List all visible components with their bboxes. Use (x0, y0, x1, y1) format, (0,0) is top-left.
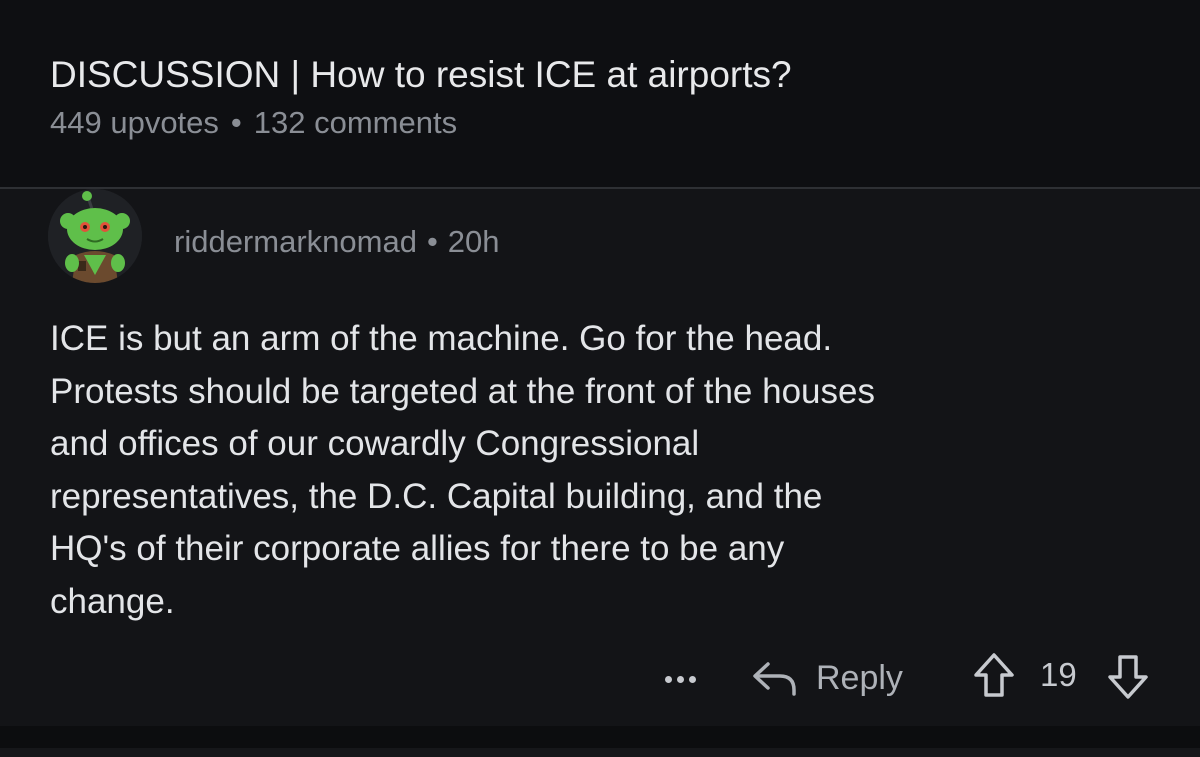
comment-count[interactable]: 132 comments (254, 105, 457, 140)
comment-line: ICE is but an arm of the machine. Go for… (50, 319, 833, 358)
avatar[interactable] (48, 189, 142, 283)
more-dots-icon (688, 675, 696, 683)
comment-meta: riddermarknomad • 20h (174, 222, 500, 262)
snoo-avatar-icon (48, 189, 142, 283)
post-meta: 449 upvotes • 132 comments (50, 104, 457, 142)
upvote-button[interactable] (972, 651, 1016, 701)
reply-label: Reply (816, 659, 903, 697)
comment-line: Protests should be targeted at the front… (50, 371, 875, 411)
comment-line: change. (50, 581, 175, 621)
vote-score: 19 (1040, 656, 1077, 693)
meta-separator: • (426, 224, 438, 259)
comment-line: HQ's of their corporate allies for there… (50, 529, 785, 568)
reply-button[interactable]: Reply (750, 653, 903, 703)
more-dots-icon (664, 675, 672, 683)
comment: riddermarknomad • 20h ICE is but an arm of… (0, 189, 1200, 726)
comment-line: and offices of our cowardly Congressiona… (50, 424, 700, 463)
post-header: DISCUSSION | How to resist ICE at airpor… (0, 0, 1200, 187)
downvote-arrow-icon (1108, 655, 1148, 699)
reply-arrow-icon (753, 662, 796, 696)
next-comment-surface (0, 748, 1200, 757)
downvote-button[interactable] (1106, 651, 1150, 701)
comment-age: 20h (447, 224, 500, 259)
post-title[interactable]: DISCUSSION | How to resist ICE at airpor… (50, 52, 792, 98)
more-options-button[interactable] (655, 665, 705, 693)
comment-line: representatives, the D.C. Capital buildi… (50, 476, 823, 516)
meta-separator: • (230, 105, 242, 140)
comment-body: ICE is but an arm of the machine. Go for… (50, 313, 1160, 628)
next-comment-edge (0, 726, 1200, 757)
more-dots-icon (676, 675, 684, 683)
upvote-arrow-icon (974, 653, 1014, 697)
comment-author[interactable]: riddermarknomad (174, 224, 417, 259)
upvote-count: 449 upvotes (50, 105, 219, 140)
